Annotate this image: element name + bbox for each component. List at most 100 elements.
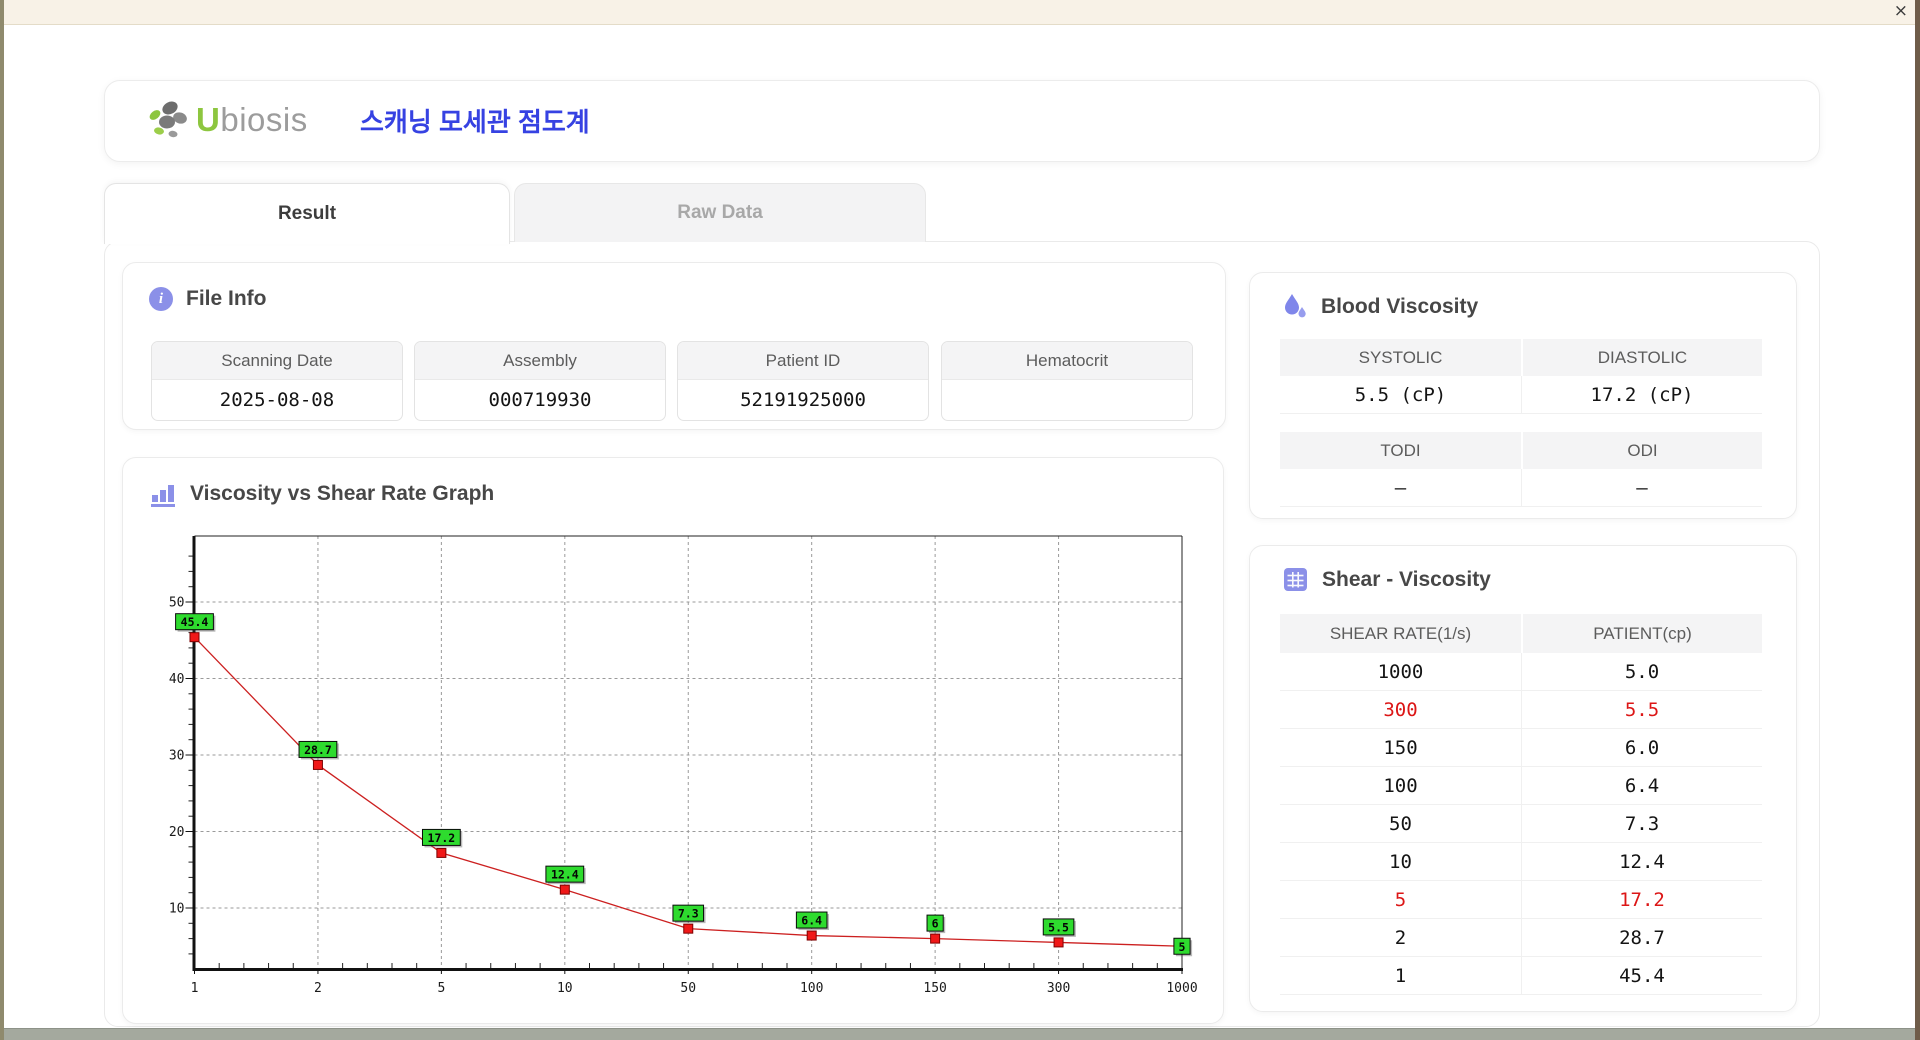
patient-cell: 28.7 <box>1521 919 1762 956</box>
field-label: Assembly <box>415 342 665 380</box>
diastolic-header: DIASTOLIC <box>1521 339 1762 376</box>
table-row: – – <box>1280 469 1762 507</box>
shear-rate-cell: 300 <box>1383 698 1418 721</box>
diastolic-value: 17.2 (cP) <box>1521 376 1762 414</box>
field-value: 000719930 <box>488 389 592 411</box>
graph-title: Viscosity vs Shear Rate Graph <box>190 482 495 505</box>
patient-cell: 6.0 <box>1521 729 1762 766</box>
svg-text:1: 1 <box>191 981 199 996</box>
svg-text:300: 300 <box>1047 981 1070 996</box>
svg-text:2: 2 <box>314 981 322 996</box>
svg-text:45.4: 45.4 <box>181 615 209 629</box>
field-label: Scanning Date <box>152 342 402 380</box>
shear-viscosity-table: SHEAR RATE(1/s) PATIENT(cp) 1000 5.0 300 5.… <box>1280 614 1762 995</box>
svg-text:7.3: 7.3 <box>678 907 699 921</box>
field-assembly: Assembly 000719930 <box>414 341 666 421</box>
blood-viscosity-table: SYSTOLIC DIASTOLIC 5.5 (cP) 17.2 (cP) TO… <box>1280 339 1762 507</box>
svg-text:12.4: 12.4 <box>551 868 579 882</box>
file-info-card: i File Info Scanning Date 2025-08-08 Ass… <box>122 262 1226 430</box>
field-patient-id: Patient ID 52191925000 <box>677 341 929 421</box>
svg-text:100: 100 <box>800 981 823 996</box>
logo-text: Ubiosis <box>196 101 308 138</box>
svg-text:50: 50 <box>680 981 696 996</box>
todi-header: TODI <box>1380 440 1421 460</box>
field-value <box>942 380 1192 420</box>
svg-text:17.2: 17.2 <box>428 831 456 845</box>
shear-rate-cell: 5 <box>1394 888 1407 911</box>
shear-viscosity-card: Shear - Viscosity SHEAR RATE(1/s) PATIEN… <box>1249 545 1797 1012</box>
field-label: Hematocrit <box>942 342 1192 380</box>
field-scanning-date: Scanning Date 2025-08-08 <box>151 341 403 421</box>
shear-rate-cell: 1 <box>1394 964 1407 987</box>
svg-text:20: 20 <box>169 825 185 840</box>
window-titlebar: × <box>0 0 1920 25</box>
shear-rate-cell: 10 <box>1389 850 1412 873</box>
window-left-border <box>0 0 4 1040</box>
shear-rate-cell: 100 <box>1383 774 1418 797</box>
patient-header: PATIENT(cp) <box>1521 614 1762 653</box>
close-icon[interactable]: × <box>1894 1 1908 21</box>
patient-cell: 5.5 <box>1521 691 1762 728</box>
table-row: 5.5 (cP) 17.2 (cP) <box>1280 376 1762 414</box>
tab-result-label: Result <box>277 203 337 224</box>
shear-rate-cell: 1000 <box>1377 660 1424 683</box>
field-value: 2025-08-08 <box>219 389 335 411</box>
table-body: 1000 5.0 300 5.5 150 6.0 100 6.4 50 7.3 10 12.4 5 17.… <box>1280 653 1762 995</box>
patient-cell: 6.4 <box>1521 767 1762 804</box>
page-title: 스캐닝 모세관 점도계 <box>360 106 590 137</box>
todi-value: – <box>1280 469 1521 507</box>
ubiosis-logo: Ubiosis <box>146 80 308 160</box>
ubiosis-leaf-icon <box>149 101 187 138</box>
table-row: 1 45.4 <box>1280 957 1762 995</box>
shear-rate-cell: 2 <box>1394 926 1407 949</box>
svg-text:6.4: 6.4 <box>801 914 822 928</box>
table-row: 300 5.5 <box>1280 691 1762 729</box>
svg-text:10: 10 <box>557 981 573 996</box>
svg-text:5: 5 <box>1179 940 1186 954</box>
svg-text:30: 30 <box>169 749 185 764</box>
window-bottom-border <box>0 1028 1920 1040</box>
table-row: 100 6.4 <box>1280 767 1762 805</box>
window-right-border <box>1915 0 1920 1040</box>
table-grid-icon <box>1284 568 1307 591</box>
shear-rate-header: SHEAR RATE(1/s) <box>1329 623 1472 643</box>
tab-raw-data-label: Raw Data <box>677 202 763 223</box>
field-value: 52191925000 <box>740 389 866 411</box>
tab-result[interactable]: Result <box>104 183 510 244</box>
graph-card: Viscosity vs Shear Rate Graph 10 20 30 40 50… <box>122 457 1224 1024</box>
table-row: 2 28.7 <box>1280 919 1762 957</box>
table-header-row: TODI ODI <box>1280 432 1762 469</box>
patient-cell: 17.2 <box>1521 881 1762 918</box>
tab-raw-data[interactable]: Raw Data <box>514 183 926 242</box>
svg-text:6: 6 <box>932 917 939 931</box>
app-window: × Ubiosis 스캐닝 모세관 점도계 Result Raw Data i … <box>0 0 1920 1040</box>
bar-chart-icon <box>151 485 175 507</box>
systolic-header: SYSTOLIC <box>1358 347 1443 367</box>
odi-header: ODI <box>1521 432 1762 469</box>
field-label: Patient ID <box>678 342 928 380</box>
svg-text:5: 5 <box>437 981 445 996</box>
field-hematocrit: Hematocrit <box>941 341 1193 421</box>
shear-rate-cell: 50 <box>1389 812 1412 835</box>
svg-text:28.7: 28.7 <box>304 743 332 757</box>
table-row: 50 7.3 <box>1280 805 1762 843</box>
patient-cell: 12.4 <box>1521 843 1762 880</box>
table-row: 150 6.0 <box>1280 729 1762 767</box>
shear-viscosity-title: Shear - Viscosity <box>1322 567 1491 591</box>
file-info-title: File Info <box>186 287 267 310</box>
svg-text:150: 150 <box>923 981 946 996</box>
viscosity-chart: 10 20 30 40 50 1 2 5 10 50 100 150 300 1000 45.4 28.7 17… <box>169 535 1198 996</box>
info-icon: i <box>149 287 173 311</box>
patient-cell: 5.0 <box>1521 653 1762 690</box>
svg-text:1000: 1000 <box>1166 981 1197 996</box>
table-header-row: SHEAR RATE(1/s) PATIENT(cp) <box>1280 614 1762 653</box>
blood-viscosity-title: Blood Viscosity <box>1321 295 1479 318</box>
svg-text:5.5: 5.5 <box>1048 920 1069 934</box>
svg-text:40: 40 <box>169 672 185 687</box>
svg-text:50: 50 <box>169 596 185 611</box>
shear-rate-cell: 150 <box>1383 736 1418 759</box>
blood-viscosity-card: Blood Viscosity SYSTOLIC DIASTOLIC 5.5 (… <box>1249 272 1797 519</box>
odi-value: – <box>1521 469 1762 507</box>
droplets-icon <box>1285 294 1306 318</box>
svg-text:10: 10 <box>169 902 185 917</box>
